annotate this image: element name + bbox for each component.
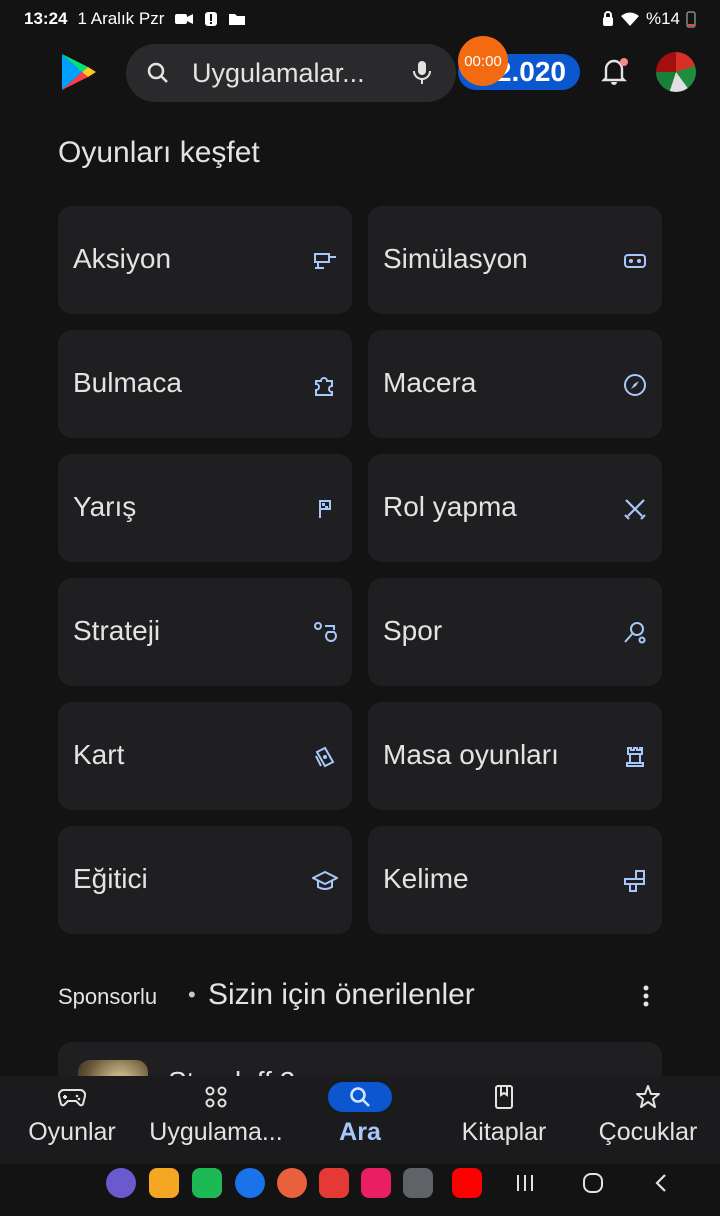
page-title: Oyunları keşfet — [58, 136, 260, 169]
separator-dot: • — [188, 982, 196, 1007]
bottom-navigation: Oyunlar Uygulama... Ara Kitaplar Çocukla… — [0, 1076, 720, 1164]
category-label: Kart — [73, 739, 125, 770]
status-time: 13:24 — [24, 9, 68, 28]
alert-icon — [204, 11, 218, 27]
strategy-icon — [314, 622, 337, 642]
nav-label: Oyunlar — [28, 1118, 116, 1146]
search-input[interactable]: Uygulamalar... — [192, 58, 365, 89]
internet-app-icon[interactable] — [106, 1168, 136, 1198]
nav-games[interactable]: Oyunlar — [0, 1076, 144, 1164]
free-app-icon[interactable] — [319, 1168, 349, 1198]
crossed-swords-icon — [624, 499, 646, 520]
video-icon — [174, 12, 194, 26]
category-tile-role-playing[interactable]: Rol yapma — [368, 454, 662, 562]
files-app-icon[interactable] — [149, 1168, 179, 1198]
recording-timer[interactable]: 00:00 — [458, 36, 508, 86]
racket-icon — [624, 622, 646, 644]
battery-icon — [686, 10, 696, 28]
action-icon — [314, 253, 336, 269]
calendar-app-icon[interactable] — [192, 1168, 222, 1198]
nav-books[interactable]: Kitaplar — [432, 1076, 576, 1164]
search-bar[interactable]: Uygulamalar... — [126, 44, 456, 102]
cards-icon — [315, 746, 335, 768]
home-icon[interactable] — [582, 1172, 604, 1199]
category-tile-educational[interactable]: Eğitici — [58, 826, 352, 934]
recommendations-header: Sponsorlu • Sizin için önerilenler — [58, 978, 662, 1018]
category-tile-action[interactable]: Aksiyon — [58, 206, 352, 314]
app-drawer-icon[interactable] — [403, 1168, 433, 1198]
nav-apps[interactable]: Uygulama... — [144, 1076, 288, 1164]
category-label: Yarış — [73, 491, 137, 522]
status-date: 1 Aralık Pzr — [77, 9, 165, 28]
youtube-app-icon[interactable] — [452, 1168, 482, 1198]
recent-apps-icon[interactable] — [514, 1172, 536, 1199]
contacts-app-icon[interactable] — [277, 1168, 307, 1198]
category-label: Eğitici — [73, 863, 148, 894]
sponsored-label: Sponsorlu — [58, 984, 158, 1009]
top-app-bar: Uygulamalar... 2.020 00:00 — [0, 36, 720, 104]
category-tile-racing[interactable]: Yarış — [58, 454, 352, 562]
nav-search[interactable]: Ara — [288, 1076, 432, 1164]
wifi-icon — [620, 11, 640, 27]
lock-icon — [602, 11, 614, 27]
nav-kids[interactable]: Çocuklar — [576, 1076, 720, 1164]
nav-label: Kitaplar — [461, 1118, 547, 1146]
nav-label: Çocuklar — [598, 1118, 698, 1146]
category-tile-sports[interactable]: Spor — [368, 578, 662, 686]
battery-percent: %14 — [645, 9, 680, 28]
folder-icon — [228, 12, 246, 26]
vr-headset-icon — [624, 254, 646, 268]
microphone-icon[interactable] — [412, 60, 432, 91]
category-label: Simülasyon — [383, 243, 528, 274]
category-label: Spor — [383, 615, 443, 646]
graduation-cap-icon — [312, 870, 338, 890]
avatar[interactable] — [656, 52, 696, 92]
search-icon — [328, 1082, 392, 1112]
search-icon — [146, 61, 170, 90]
gamepad-icon — [40, 1082, 104, 1112]
category-tile-strategy[interactable]: Strateji — [58, 578, 352, 686]
nav-label: Ara — [339, 1118, 381, 1146]
star-icon — [616, 1082, 680, 1112]
category-tile-word[interactable]: Kelime — [368, 826, 662, 934]
bookmark-icon — [472, 1082, 536, 1112]
category-label: Macera — [383, 367, 477, 398]
category-label: Aksiyon — [73, 243, 172, 274]
notification-dot — [620, 58, 628, 66]
category-label: Masa oyunları — [383, 739, 559, 770]
category-label: Strateji — [73, 615, 161, 646]
play-store-logo-icon[interactable] — [56, 50, 100, 94]
category-tile-card[interactable]: Kart — [58, 702, 352, 810]
back-icon[interactable] — [652, 1172, 670, 1199]
puzzle-icon — [315, 377, 333, 396]
category-tile-adventure[interactable]: Macera — [368, 330, 662, 438]
category-label: Bulmaca — [73, 367, 182, 398]
more-vert-icon[interactable] — [642, 984, 650, 1013]
nav-label: Uygulama... — [149, 1118, 283, 1146]
messages-app-icon[interactable] — [235, 1168, 265, 1198]
category-tile-board[interactable]: Masa oyunları — [368, 702, 662, 810]
racing-flag-icon — [319, 500, 331, 518]
category-tile-simulation[interactable]: Simülasyon — [368, 206, 662, 314]
compass-icon — [624, 374, 646, 396]
camera-app-icon[interactable] — [361, 1168, 391, 1198]
word-blocks-icon — [624, 870, 645, 892]
system-taskbar — [0, 1164, 720, 1216]
category-label: Rol yapma — [383, 491, 517, 522]
category-label: Kelime — [383, 863, 469, 894]
chess-rook-icon — [626, 747, 644, 767]
apps-grid-icon — [184, 1082, 248, 1112]
category-tile-puzzle[interactable]: Bulmaca — [58, 330, 352, 438]
section-title: Sizin için önerilenler — [208, 978, 475, 1011]
status-bar: 13:24 1 Aralık Pzr %14 — [0, 0, 720, 38]
